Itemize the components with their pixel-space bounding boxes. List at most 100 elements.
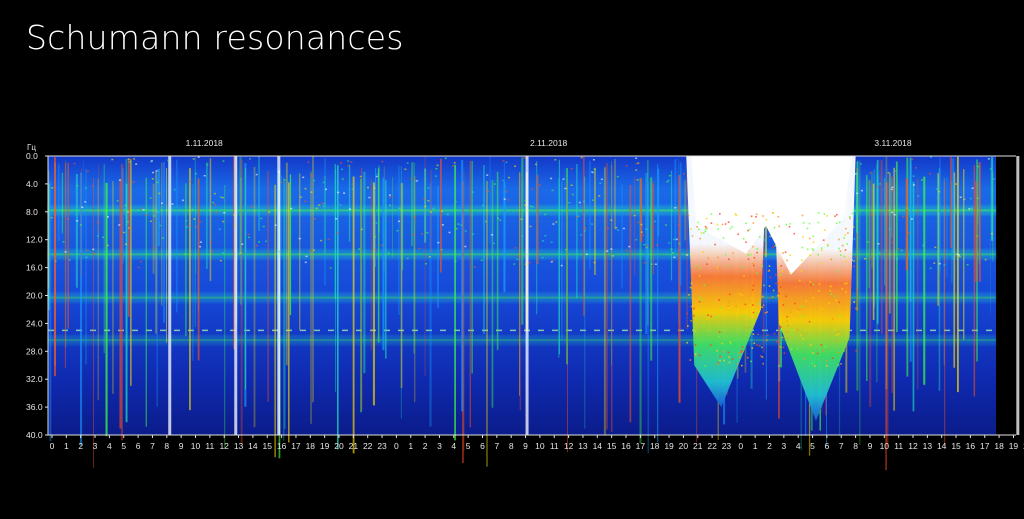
- burst-speck: [789, 254, 791, 256]
- burst-speck: [780, 286, 782, 289]
- noise-speck: [968, 208, 971, 210]
- y-tick-label: 8.0: [26, 207, 38, 217]
- noise-speck: [218, 228, 221, 230]
- x-tick-label: 5: [121, 441, 126, 451]
- burst-speck: [710, 222, 713, 224]
- noise-speck: [156, 181, 159, 184]
- burst-speck: [784, 251, 787, 253]
- burst-speck: [772, 212, 774, 214]
- burst-speck: [704, 365, 707, 367]
- burst-speck: [694, 330, 696, 332]
- burst-speck: [772, 289, 775, 292]
- burst-speck: [820, 249, 823, 251]
- signal-streak: [944, 181, 946, 447]
- burst-speck: [848, 216, 851, 218]
- signal-streak: [57, 163, 60, 241]
- signal-streak: [400, 183, 403, 389]
- noise-speck: [869, 257, 871, 259]
- signal-streak: [414, 176, 416, 403]
- noise-speck: [368, 196, 371, 199]
- noise-speck: [337, 191, 340, 194]
- noise-speck: [329, 267, 332, 269]
- burst-speck: [690, 282, 693, 284]
- noise-speck: [971, 187, 974, 189]
- noise-speck: [665, 224, 667, 226]
- x-tick-label: 15: [263, 441, 273, 451]
- signal-streak: [67, 162, 69, 329]
- burst-speck: [799, 334, 802, 337]
- signal-streak: [81, 168, 82, 278]
- burst-speck: [698, 301, 701, 303]
- burst-speck: [738, 293, 741, 295]
- burst-speck: [696, 226, 698, 228]
- noise-speck: [551, 259, 554, 262]
- noise-speck: [425, 263, 427, 265]
- burst-speck: [801, 214, 804, 217]
- burst-speck: [764, 312, 767, 314]
- burst-speck: [779, 274, 781, 276]
- signal-streak: [491, 180, 494, 408]
- burst-speck: [707, 257, 710, 259]
- noise-speck: [150, 160, 153, 163]
- burst-speck: [755, 272, 758, 274]
- burst-speck: [828, 302, 830, 304]
- noise-speck: [215, 211, 218, 214]
- signal-streak: [584, 177, 586, 429]
- burst-speck: [817, 212, 820, 214]
- burst-speck: [779, 346, 782, 348]
- noise-speck: [487, 190, 490, 192]
- noise-speck: [541, 256, 544, 259]
- x-tick-label: 2: [767, 441, 772, 451]
- signal-streak: [285, 162, 288, 366]
- burst-speck: [758, 303, 761, 305]
- noise-speck: [193, 218, 196, 220]
- burst-speck: [802, 281, 805, 283]
- noise-speck: [969, 197, 972, 200]
- noise-speck: [954, 183, 957, 185]
- burst-speck: [838, 221, 841, 224]
- burst-speck: [824, 332, 827, 335]
- noise-speck: [118, 179, 121, 181]
- burst-speck: [802, 338, 804, 340]
- x-tick-label: 10: [880, 441, 890, 451]
- burst-speck: [771, 246, 774, 249]
- burst-speck: [785, 223, 788, 226]
- noise-speck: [68, 259, 71, 261]
- noise-speck: [195, 225, 198, 228]
- noise-speck: [517, 255, 520, 257]
- burst-speck: [756, 251, 758, 254]
- noise-speck: [869, 172, 872, 174]
- burst-speck: [694, 353, 697, 355]
- signal-streak: [289, 174, 292, 315]
- y-tick-label: 12.0: [26, 235, 43, 245]
- noise-speck: [615, 226, 618, 229]
- noise-speck: [544, 213, 547, 216]
- noise-speck: [922, 244, 925, 247]
- burst-speck: [732, 252, 734, 255]
- signal-streak: [258, 156, 260, 231]
- noise-speck: [606, 250, 609, 252]
- x-tick-label: 12: [564, 441, 574, 451]
- x-tick-label: 12: [908, 441, 918, 451]
- burst-speck: [739, 356, 741, 358]
- noise-speck: [992, 178, 995, 180]
- signal-streak: [75, 173, 78, 288]
- burst-speck: [693, 314, 695, 317]
- x-tick-label: 11: [550, 441, 559, 451]
- noise-speck: [923, 187, 926, 190]
- noise-speck: [616, 175, 619, 178]
- noise-speck: [312, 249, 315, 251]
- noise-speck: [480, 259, 483, 261]
- burst-speck: [742, 315, 744, 318]
- noise-speck: [550, 177, 553, 180]
- noise-speck: [347, 165, 350, 167]
- signal-streak: [621, 184, 623, 289]
- noise-speck: [460, 224, 463, 226]
- x-tick-label: 16: [277, 441, 287, 451]
- noise-speck: [592, 199, 594, 201]
- x-tick-label: 21: [349, 441, 359, 451]
- burst-speck: [769, 276, 771, 279]
- noise-speck: [912, 175, 915, 177]
- burst-speck: [729, 227, 732, 230]
- noise-speck: [529, 225, 532, 228]
